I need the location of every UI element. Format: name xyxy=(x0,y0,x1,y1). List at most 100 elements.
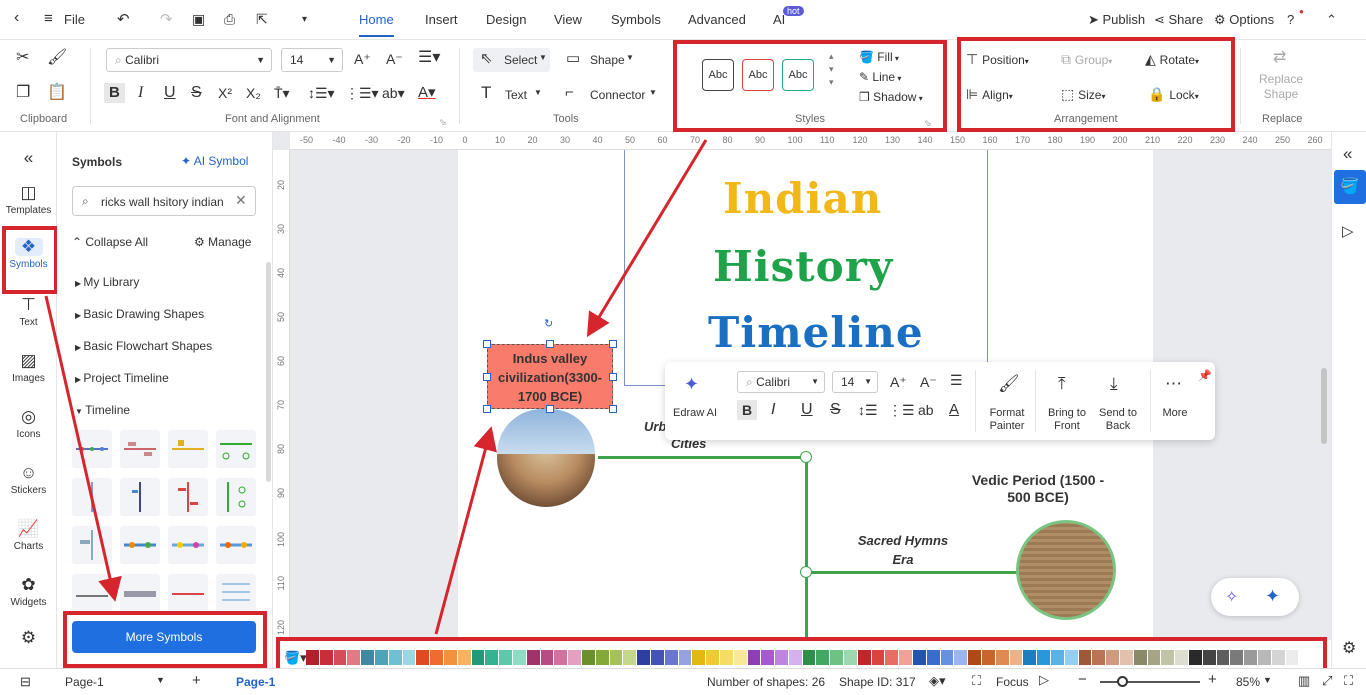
nav-widgets[interactable]: ✿ Widgets xyxy=(0,576,57,609)
bullet-list-icon[interactable]: ⋮☰▾ xyxy=(345,85,379,101)
zoom-level[interactable]: 85% xyxy=(1236,675,1260,689)
tab-insert[interactable]: Insert xyxy=(425,12,458,27)
bring-to-front-icon[interactable]: ⤒ xyxy=(1058,375,1066,392)
more-label[interactable]: More xyxy=(1155,407,1195,419)
resize-handle[interactable] xyxy=(609,340,617,348)
line-spacing-icon[interactable]: ↕☰▾ xyxy=(308,85,335,101)
decrease-font-icon[interactable]: A⁻ xyxy=(920,374,937,390)
send-to-back-icon[interactable]: ⤓ xyxy=(1110,375,1118,392)
ai-sparkle-icon[interactable]: ✦ xyxy=(684,374,699,395)
increase-font-icon[interactable]: A⁺ xyxy=(354,51,371,67)
ai-symbol-button[interactable]: ✦ AI Symbol xyxy=(181,154,248,168)
font-family-select[interactable]: ⌕ Calibri ▼ xyxy=(106,48,272,72)
redo-icon[interactable]: ↷ xyxy=(160,10,173,28)
resize-handle[interactable] xyxy=(609,405,617,413)
font-family-select[interactable]: ⌕ Calibri ▼ xyxy=(737,371,825,393)
chevron-down-icon[interactable]: ▼ xyxy=(1263,675,1272,685)
zoom-in-icon[interactable]: + xyxy=(1208,671,1217,688)
resize-handle[interactable] xyxy=(483,340,491,348)
expand-panel-icon[interactable]: « xyxy=(1343,144,1352,164)
timeline-symbol[interactable] xyxy=(216,430,256,468)
align-text-icon[interactable]: ☰ xyxy=(950,372,963,388)
back-icon[interactable]: ‹ xyxy=(14,9,19,27)
options-button[interactable]: ⚙ Options xyxy=(1214,12,1274,28)
bold-icon[interactable]: B xyxy=(737,400,758,420)
category-project-timeline[interactable]: ▶ Project Timeline xyxy=(75,371,169,385)
font-dialog-icon[interactable]: ⬂ xyxy=(439,114,447,130)
increase-font-icon[interactable]: A⁺ xyxy=(890,374,907,390)
vedic-manuscript-image[interactable] xyxy=(1016,520,1116,620)
more-options-icon[interactable]: ⋯ xyxy=(1165,375,1182,392)
zoom-slider-thumb[interactable] xyxy=(1117,676,1128,687)
urban-label[interactable]: Urb xyxy=(644,419,666,434)
highlight-icon[interactable]: ab▾ xyxy=(382,85,405,101)
help-icon[interactable]: ? ● xyxy=(1287,7,1304,27)
nav-templates[interactable]: ◫ Templates xyxy=(0,184,57,217)
tab-design[interactable]: Design xyxy=(486,12,526,27)
send-to-back-label[interactable]: Send to Back xyxy=(1093,407,1143,433)
nav-icons[interactable]: ◎ Icons xyxy=(0,408,57,441)
clear-search-icon[interactable]: ✕ xyxy=(235,192,247,209)
fullscreen-icon[interactable]: ⛶ xyxy=(1344,673,1353,689)
symbol-search-input[interactable]: ⌕ ricks wall hsitory indian ✕ xyxy=(72,186,256,216)
nav-images[interactable]: ▨ Images xyxy=(0,352,57,385)
sacred-hymns-label[interactable]: Sacred Hymns Era xyxy=(848,531,958,569)
cut-icon[interactable]: ✂ xyxy=(16,50,29,66)
tab-view[interactable]: View xyxy=(554,12,582,27)
subscript-icon[interactable]: X₂ xyxy=(246,85,261,101)
manage-button[interactable]: ⚙ Manage xyxy=(194,235,251,249)
select-button[interactable]: ⇖ Select ▼ xyxy=(473,48,550,72)
style-panel-icon[interactable]: 🪣 xyxy=(1334,170,1366,204)
ai-magic-icon[interactable]: ✧ xyxy=(1225,587,1238,607)
publish-button[interactable]: ➤ Publish xyxy=(1088,12,1145,28)
focus-label[interactable]: Focus xyxy=(996,675,1029,689)
file-menu[interactable]: File xyxy=(64,12,85,27)
timeline-symbol[interactable] xyxy=(216,574,256,612)
connector-button[interactable]: ⌐ Connector ▼ xyxy=(565,82,660,106)
more-quick-access-icon[interactable]: ▾ xyxy=(302,14,307,25)
resize-handle[interactable] xyxy=(546,405,554,413)
nav-stickers[interactable]: ☺ Stickers xyxy=(0,464,57,497)
ai-sparkle-icon[interactable]: ✦ xyxy=(1265,586,1280,607)
fit-page-icon[interactable]: ⤢ xyxy=(1322,673,1332,689)
layers-icon[interactable]: ◈▾ xyxy=(929,673,946,689)
panel-scrollbar[interactable] xyxy=(266,262,271,482)
bullet-list-icon[interactable]: ⋮☰ xyxy=(888,402,915,418)
timeline-symbol[interactable] xyxy=(168,430,208,468)
format-painter-icon[interactable]: 🖌 xyxy=(998,375,1020,392)
resize-handle[interactable] xyxy=(483,405,491,413)
presentation-icon[interactable]: ▷ xyxy=(1342,222,1354,240)
page-selector[interactable]: Page-1 ▼ xyxy=(58,672,168,692)
font-color-icon[interactable]: A xyxy=(949,402,959,418)
tab-symbols[interactable]: Symbols xyxy=(611,12,661,27)
highlight-icon[interactable]: ab xyxy=(918,402,934,418)
collapse-panel-icon[interactable]: « xyxy=(0,148,57,168)
category-my-library[interactable]: ▶ My Library xyxy=(75,275,139,289)
share-button[interactable]: ⋖ Share xyxy=(1154,12,1203,28)
replace-shape-button[interactable]: Replace Shape xyxy=(1258,72,1304,102)
selected-shape-indus[interactable]: Indus valley civilization(3300-1700 BCE) xyxy=(487,344,613,409)
rotate-handle-icon[interactable]: ↻ xyxy=(544,317,553,330)
underline-icon[interactable]: U xyxy=(164,85,176,101)
tab-advanced[interactable]: Advanced xyxy=(688,12,746,27)
timeline-symbol[interactable] xyxy=(120,430,160,468)
category-basic-drawing[interactable]: ▶ Basic Drawing Shapes xyxy=(75,307,204,321)
play-icon[interactable]: ▷ xyxy=(1039,672,1049,688)
undo-icon[interactable]: ↶ xyxy=(117,10,130,28)
timeline-symbol[interactable] xyxy=(168,478,208,516)
page-tab[interactable]: Page-1 xyxy=(236,675,275,689)
format-painter-icon[interactable]: 🖌 xyxy=(47,50,67,66)
timeline-connector[interactable] xyxy=(598,456,807,459)
bold-icon[interactable]: B xyxy=(104,83,125,103)
timeline-symbol[interactable] xyxy=(168,574,208,612)
tab-home[interactable]: Home xyxy=(359,12,394,37)
align-text-icon[interactable]: ☰▾ xyxy=(418,50,440,66)
font-size-select[interactable]: 14 ▼ xyxy=(281,48,343,72)
resize-handle[interactable] xyxy=(546,340,554,348)
canvas-scrollbar[interactable] xyxy=(1321,368,1327,444)
title-indian[interactable]: Indian xyxy=(723,174,882,223)
focus-icon[interactable]: ⛶ xyxy=(972,673,981,689)
font-size-select[interactable]: 14 ▼ xyxy=(832,371,878,393)
strikethrough-icon[interactable]: S xyxy=(191,85,202,101)
tab-ai[interactable]: AI hot xyxy=(773,6,804,27)
